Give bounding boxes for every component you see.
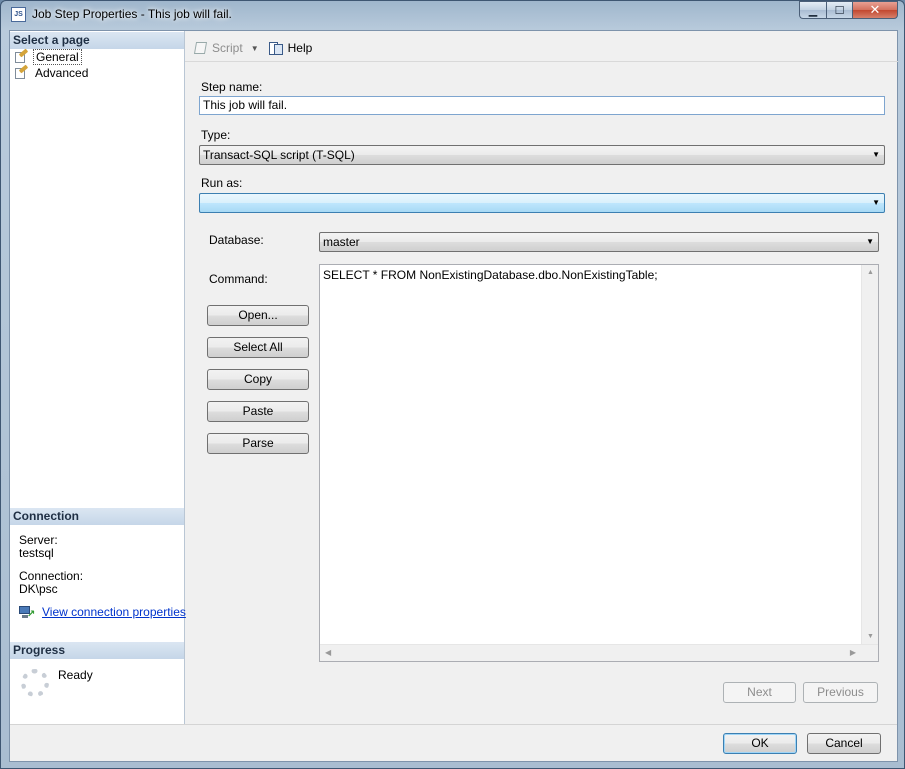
progress-status: Ready (58, 668, 93, 682)
command-label: Command: (209, 272, 268, 286)
chevron-down-icon: ▼ (866, 237, 874, 246)
next-button[interactable]: Next (723, 682, 796, 703)
ok-button[interactable]: OK (723, 733, 797, 754)
maximize-icon: ☐ (834, 4, 845, 17)
close-button[interactable]: ✕ (852, 1, 898, 19)
select-page-header: Select a page (10, 32, 184, 49)
window-title: Job Step Properties - This job will fail… (32, 7, 232, 21)
script-button[interactable]: Script (193, 41, 243, 55)
window-controls: ▁ ☐ ✕ (799, 1, 898, 19)
app-icon: JS (11, 7, 26, 22)
help-book-icon (268, 41, 284, 56)
previous-button[interactable]: Previous (803, 682, 878, 703)
type-label: Type: (201, 128, 231, 142)
command-editor[interactable]: SELECT * FROM NonExistingDatabase.dbo.No… (319, 264, 879, 662)
progress-spinner-icon (21, 669, 49, 697)
dialog-client-area: Select a page General Advanced Connectio… (9, 30, 898, 762)
page-item-label: Advanced (35, 66, 89, 80)
minimize-button[interactable]: ▁ (799, 1, 826, 19)
select-all-button[interactable]: Select All (207, 337, 309, 358)
scroll-left-icon[interactable]: ◀ (325, 648, 331, 657)
script-icon (193, 41, 209, 55)
type-select-value: Transact-SQL script (T-SQL) (203, 148, 355, 162)
parse-button[interactable]: Parse (207, 433, 309, 454)
step-name-label: Step name: (201, 80, 263, 94)
command-vertical-scrollbar[interactable]: ▲ ▼ (861, 265, 878, 644)
maximize-button[interactable]: ☐ (826, 1, 852, 19)
scroll-up-icon[interactable]: ▲ (867, 269, 874, 276)
command-text[interactable]: SELECT * FROM NonExistingDatabase.dbo.No… (323, 268, 658, 282)
chevron-down-icon: ▼ (872, 150, 880, 159)
help-label: Help (287, 41, 313, 55)
close-icon: ✕ (869, 2, 881, 17)
title-bar[interactable]: JS Job Step Properties - This job will f… (1, 1, 905, 29)
connection-value: DK\psc (19, 582, 58, 596)
cancel-button[interactable]: Cancel (807, 733, 881, 754)
window-frame: JS Job Step Properties - This job will f… (0, 0, 905, 769)
command-horizontal-scrollbar[interactable]: ◀ ▶ (320, 644, 878, 661)
step-name-input[interactable]: This job will fail. (199, 96, 885, 115)
paste-button[interactable]: Paste (207, 401, 309, 422)
run-as-select[interactable]: ▼ (199, 193, 885, 213)
copy-button[interactable]: Copy (207, 369, 309, 390)
database-label: Database: (209, 233, 264, 247)
view-connection-row: ↗ View connection properties (19, 605, 186, 619)
toolbar: Script ▼ Help (193, 39, 312, 57)
server-value: testsql (19, 546, 54, 560)
progress-header: Progress (10, 642, 184, 659)
database-select[interactable]: master ▼ (319, 232, 879, 252)
page-item-general[interactable]: General (14, 48, 82, 65)
connection-header: Connection (10, 508, 184, 525)
scroll-right-icon[interactable]: ▶ (850, 648, 856, 657)
footer-divider (10, 724, 897, 725)
page-wrench-icon (14, 64, 29, 80)
connection-properties-icon: ↗ (19, 605, 35, 619)
script-label: Script (212, 41, 243, 55)
chevron-down-icon: ▼ (872, 198, 880, 207)
minimize-icon: ▁ (808, 4, 818, 17)
open-button[interactable]: Open... (207, 305, 309, 326)
left-pane: Select a page General Advanced Connectio… (10, 31, 186, 724)
scroll-down-icon[interactable]: ▼ (867, 633, 874, 640)
page-wrench-icon (14, 48, 29, 64)
page-item-label: General (33, 49, 82, 65)
script-dropdown-icon[interactable]: ▼ (251, 44, 259, 53)
toolbar-divider (185, 61, 898, 62)
run-as-label: Run as: (201, 176, 243, 190)
database-select-value: master (323, 235, 360, 249)
page-item-advanced[interactable]: Advanced (14, 64, 90, 81)
help-button[interactable]: Help (268, 41, 313, 56)
type-select[interactable]: Transact-SQL script (T-SQL) ▼ (199, 145, 885, 165)
view-connection-properties-link[interactable]: View connection properties (42, 605, 186, 619)
